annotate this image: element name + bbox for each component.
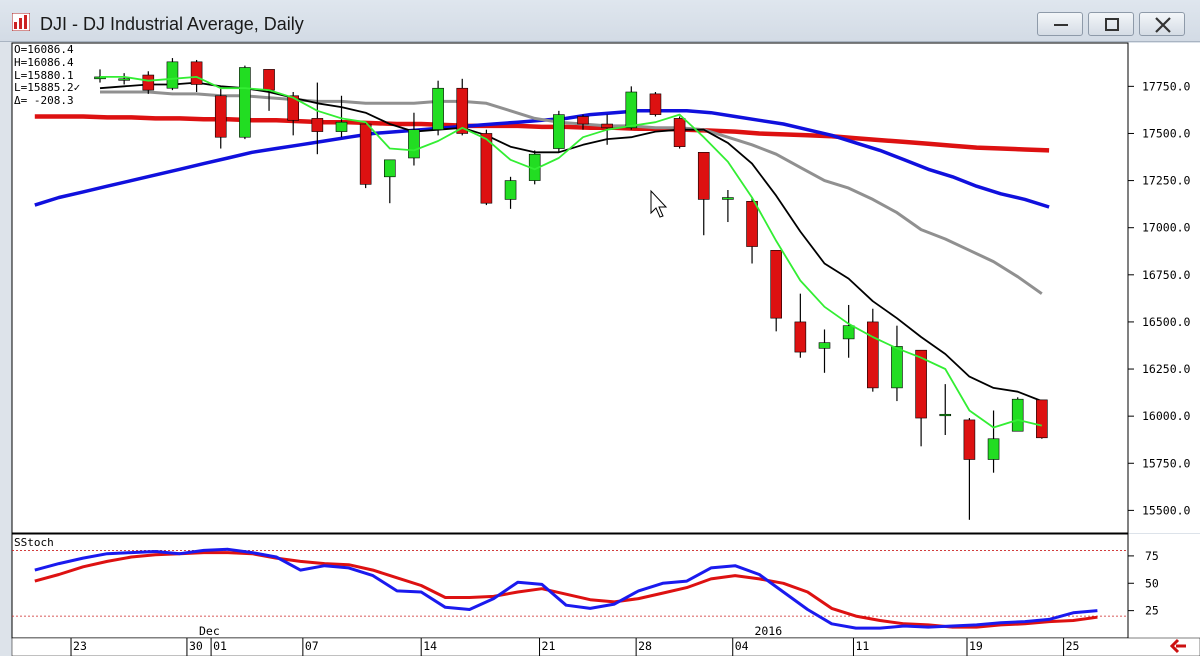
candle-body — [432, 87, 444, 130]
candle-body — [504, 180, 517, 200]
candle-body — [987, 438, 1000, 460]
ohlc-last-mark: ✓ — [73, 81, 81, 95]
ohlc-readout: O=16086.4 H=16086.4 L=15880.1 L=15885.2✓ Δ= … — [14, 43, 81, 108]
candle-body — [842, 325, 855, 340]
price-tick-label: 16250.0 — [1142, 362, 1191, 376]
date-tick-label: 01 — [213, 639, 227, 653]
date-tick-label: 28 — [638, 639, 652, 653]
candle-body — [480, 133, 493, 204]
candle-body — [1011, 398, 1024, 432]
candle-body — [722, 197, 734, 200]
ohlc-delta: Δ= -208.3 — [14, 94, 74, 108]
candle — [1011, 397, 1024, 432]
candle-body — [359, 123, 372, 185]
date-group-label: 2016 — [754, 624, 782, 638]
stoch-tick-label: 75 — [1145, 549, 1159, 563]
candle-body — [794, 321, 807, 353]
price-tick-label: 17250.0 — [1142, 174, 1191, 188]
candle — [166, 58, 179, 91]
candle-body — [190, 61, 203, 85]
candle-body — [166, 61, 179, 89]
stoch-axis-area — [1128, 534, 1200, 638]
candle-body — [601, 123, 613, 129]
candle-body — [746, 201, 758, 247]
candle-body — [142, 74, 155, 91]
price-tick-label: 15500.0 — [1142, 503, 1191, 517]
date-tick-label: 23 — [73, 639, 87, 653]
candle-body — [335, 121, 348, 132]
candle-body — [939, 413, 952, 417]
price-tick-label: 17750.0 — [1142, 79, 1191, 93]
date-tick-label: 19 — [969, 639, 983, 653]
ohlc-open: O=16086.4 — [14, 43, 74, 56]
price-tick-label: 16500.0 — [1142, 315, 1191, 329]
ohlc-last: L=15885.2 — [14, 81, 74, 95]
candle-body — [311, 118, 324, 132]
stoch-panel — [11, 533, 1129, 639]
stoch-title: SStoch — [14, 536, 54, 549]
date-tick-label: 25 — [1066, 639, 1080, 653]
candle-body — [383, 159, 396, 178]
candle — [1036, 399, 1048, 439]
stoch-tick-label: 50 — [1145, 576, 1159, 590]
candle-body — [649, 93, 662, 115]
price-tick-label: 17000.0 — [1142, 221, 1191, 235]
price-tick-label: 15750.0 — [1142, 456, 1191, 470]
stoch-tick-label: 25 — [1145, 604, 1159, 618]
candle-body — [214, 95, 227, 138]
candle-body — [263, 69, 275, 91]
date-tick-label: 14 — [423, 639, 437, 653]
candle — [359, 122, 372, 189]
candle — [625, 86, 638, 130]
candle-body — [118, 78, 130, 81]
date-tick-label: 04 — [735, 639, 749, 653]
stock-chart[interactable]: 17750.0 17500.0 17250.0 17000.0 16750.0 16500… — [0, 0, 1200, 656]
date-tick-label: 07 — [305, 639, 319, 653]
price-tick-label: 16000.0 — [1142, 409, 1191, 423]
candle-body — [818, 342, 831, 349]
candle-body — [891, 346, 903, 389]
candle-body — [553, 114, 565, 149]
candle — [673, 116, 686, 149]
date-tick-label: 21 — [542, 639, 556, 653]
date-tick-label: 30 — [189, 639, 203, 653]
candle — [480, 129, 493, 206]
date-group-label: Dec — [199, 624, 220, 638]
candle-body — [239, 67, 251, 138]
candle-body — [625, 91, 638, 129]
chart-window: DJI - DJ Industrial Average, Daily 17750… — [0, 0, 1200, 656]
ohlc-high: H=16086.4 — [14, 55, 74, 69]
candle — [649, 92, 662, 117]
price-tick-label: 17500.0 — [1142, 126, 1191, 140]
candle — [432, 80, 444, 136]
candle — [553, 110, 565, 153]
candle-body — [866, 321, 879, 389]
candle-body — [697, 152, 710, 200]
candle-body — [408, 129, 420, 159]
date-tick-label: 11 — [855, 639, 869, 653]
candle-body — [1036, 399, 1048, 439]
candle-body — [456, 87, 469, 134]
candle — [239, 65, 251, 140]
candle-body — [963, 419, 976, 460]
candle-body — [770, 250, 783, 319]
candle-body — [577, 116, 589, 125]
price-tick-label: 16750.0 — [1142, 268, 1191, 282]
candle-body — [673, 118, 686, 147]
